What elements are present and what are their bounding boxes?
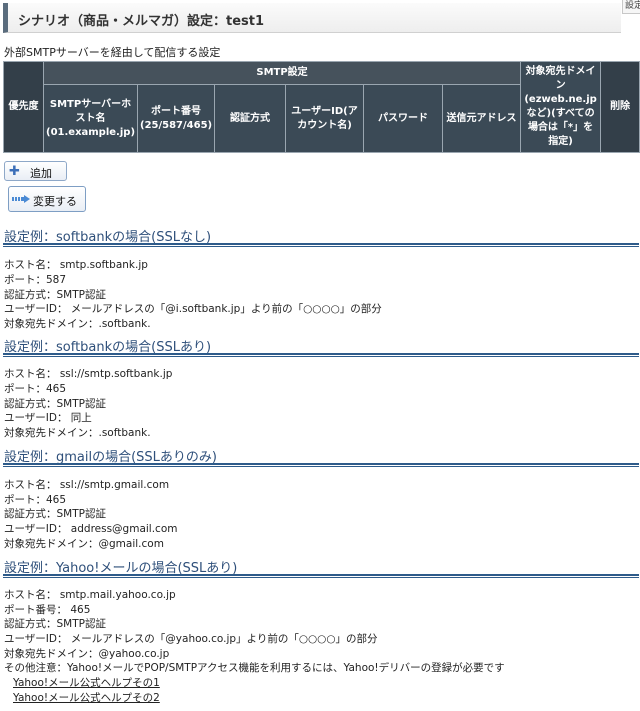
example-line: ホスト名： smtp.mail.yahoo.co.jp [4, 589, 176, 601]
example-softbank-ssl: 設定例：softbankの場合(SSLあり) [3, 336, 639, 357]
example-line: ポート：587 [4, 274, 67, 286]
arrow-right-icon [12, 195, 30, 203]
example-note: その他注意：Yahoo!メールでPOP/SMTPアクセス機能を利用するには、Ya… [4, 662, 505, 674]
change-button-label: 変更する [33, 195, 77, 208]
example-line: 認証方式：SMTP認証 [4, 398, 106, 410]
smtp-settings-table: 優先度 SMTP設定 対象宛先ドメイン(ezweb.ne.jpなど)(すべての場… [3, 61, 640, 153]
plus-icon: ✚ [9, 164, 20, 179]
example-line: ポート番号： 465 [4, 604, 91, 616]
example-line: 対象宛先ドメイン：@yahoo.co.jp [4, 648, 170, 660]
example-line: ホスト名： ssl://smtp.gmail.com [4, 479, 170, 491]
example-line: ユーザーID： 同上 [4, 412, 92, 424]
col-sender-address: 送信元アドレス [441, 84, 522, 153]
example-line: 対象宛先ドメイン：.softbank. [4, 427, 151, 439]
heading-rule [3, 243, 639, 247]
page-title-bar: シナリオ（商品・メルマガ）設定：test1 [3, 3, 621, 33]
yahoo-help-link-2[interactable]: Yahoo!メール公式ヘルプその2 [13, 690, 160, 705]
example-line: ポート：465 [4, 494, 67, 506]
example-line: ユーザーID： メールアドレスの「@i.softbank.jp」より前の「○○○… [4, 303, 382, 315]
page: シナリオ（商品・メルマガ）設定：test1 設定 外部SMTPサーバーを経由して… [0, 0, 640, 711]
example-gmail: 設定例：gmailの場合(SSLありのみ) [3, 446, 639, 467]
add-button[interactable]: ✚ 追加 [4, 161, 67, 181]
change-button[interactable]: 変更する [8, 186, 86, 212]
col-port: ポート番号(25/587/465) [137, 84, 215, 153]
example-line: 認証方式：SMTP認証 [4, 618, 106, 630]
page-title: シナリオ（商品・メルマガ）設定：test1 [18, 14, 265, 29]
example-line: ユーザーID： address@gmail.com [4, 523, 178, 535]
col-user-id: ユーザーID(アカウント名) [285, 84, 364, 153]
example-softbank-ssl-none: 設定例：softbankの場合(SSLなし) [3, 226, 639, 247]
example-yahoo: 設定例：Yahoo!メールの場合(SSLあり) [3, 557, 639, 578]
description-text: 外部SMTPサーバーを経由して配信する設定 [4, 46, 221, 59]
col-password: パスワード [363, 84, 443, 153]
example-line: ユーザーID： メールアドレスの「@yahoo.co.jp」より前の「○○○○」… [4, 633, 378, 645]
col-priority: 優先度 [3, 61, 44, 153]
settings-corner-button[interactable]: 設定 [622, 0, 640, 14]
heading-rule [3, 353, 639, 357]
col-delete: 削除 [600, 61, 640, 153]
example-line: 認証方式：SMTP認証 [4, 289, 106, 301]
col-target-domain: 対象宛先ドメイン(ezweb.ne.jpなど)(すべての場合は「*」を指定) [520, 61, 602, 153]
example-line: 対象宛先ドメイン：@gmail.com [4, 538, 164, 550]
example-line: 対象宛先ドメイン：.softbank. [4, 318, 151, 330]
heading-rule [3, 463, 639, 467]
col-group-smtp: SMTP設定 [42, 61, 522, 85]
col-auth-method: 認証方式 [214, 84, 286, 153]
add-button-label: 追加 [30, 167, 52, 180]
example-line: 認証方式：SMTP認証 [4, 508, 106, 520]
example-line: ポート：465 [4, 383, 67, 395]
heading-rule [3, 574, 639, 578]
example-line: ホスト名： smtp.softbank.jp [4, 259, 148, 271]
col-smtp-host: SMTPサーバーホスト名(01.example.jp) [43, 84, 138, 153]
example-line: ホスト名： ssl://smtp.softbank.jp [4, 368, 173, 380]
yahoo-help-link-1[interactable]: Yahoo!メール公式ヘルプその1 [13, 675, 160, 690]
